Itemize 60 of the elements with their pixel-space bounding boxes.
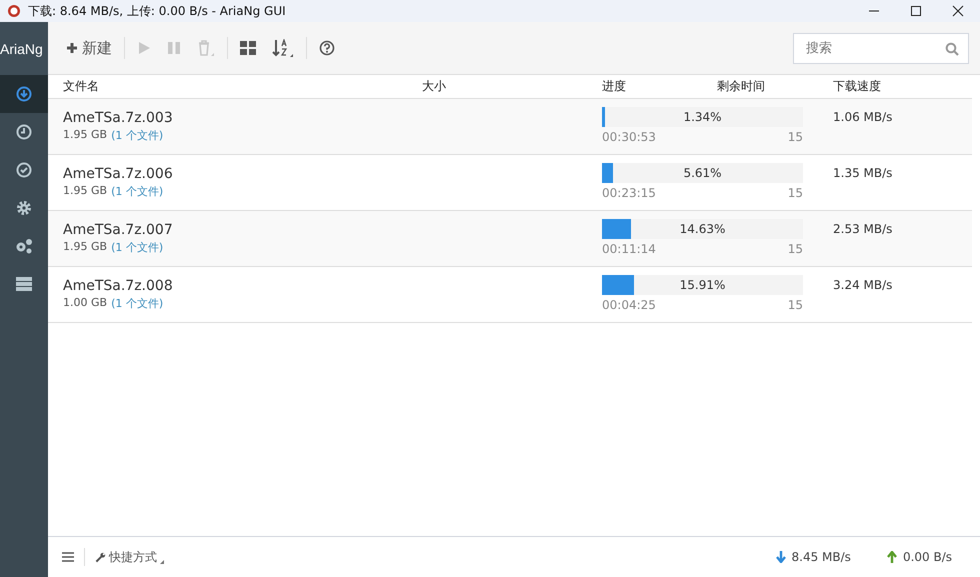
clock-icon <box>16 124 32 140</box>
maximize-icon[interactable] <box>910 5 922 17</box>
progress-percent: 5.61% <box>683 166 722 180</box>
column-header[interactable]: 文件名 <box>48 78 422 95</box>
brand-logo[interactable]: AriaNg <box>0 40 43 56</box>
close-icon[interactable] <box>952 5 964 17</box>
file-name[interactable]: AmeTSa.7z.008 <box>63 278 422 294</box>
upload-total-speed: 0.00 B/s <box>902 550 952 564</box>
app-icon <box>7 4 21 18</box>
arrow-up-icon <box>886 551 897 563</box>
progress-percent: 15.91% <box>680 278 726 292</box>
download-speed: 1.06 MB/s <box>833 110 892 124</box>
column-header[interactable]: 进度 <box>602 78 717 95</box>
file-size: 1.00 GB <box>63 296 108 311</box>
menu-icon[interactable] <box>62 552 74 562</box>
trash-icon <box>197 40 215 56</box>
sort-icon <box>272 39 294 57</box>
download-total-speed: 8.45 MB/s <box>792 550 851 564</box>
file-size: 1.95 GB <box>63 128 108 143</box>
column-header[interactable]: 剩余时间 <box>717 78 833 95</box>
arrow-down-icon <box>776 551 786 563</box>
server-icon <box>15 276 33 292</box>
play-icon <box>137 41 151 55</box>
search-field[interactable]: 搜索 <box>793 32 969 64</box>
file-count-link[interactable]: (1 个文件) <box>111 296 164 311</box>
progress-percent: 14.63% <box>680 222 726 236</box>
download-speed: 1.35 MB/s <box>833 166 892 180</box>
remaining-time: 00:11:14 <box>602 242 656 256</box>
shortcuts-button[interactable]: 快捷方式 <box>95 548 164 566</box>
new-button[interactable]: 新建 <box>58 34 120 62</box>
window-title: 下载: 8.64 MB/s, 上传: 0.00 B/s - AriaNg GUI <box>28 2 286 20</box>
progress-percent: 1.34% <box>683 110 722 124</box>
file-size: 1.95 GB <box>63 240 108 255</box>
check-circle-icon <box>16 162 32 178</box>
file-name[interactable]: AmeTSa.7z.003 <box>63 110 422 126</box>
connection-count: 15 <box>788 130 803 144</box>
settings-icon <box>16 200 32 216</box>
search-icon <box>945 42 959 56</box>
wrench-icon <box>95 552 106 562</box>
column-header[interactable]: 大小 <box>422 78 602 95</box>
file-count-link[interactable]: (1 个文件) <box>111 184 164 199</box>
help-icon <box>319 40 335 56</box>
column-header[interactable]: 下载速度 <box>833 78 972 95</box>
file-name[interactable]: AmeTSa.7z.007 <box>63 222 422 238</box>
download-speed: 3.24 MB/s <box>833 278 892 292</box>
grid-icon <box>240 41 256 55</box>
remaining-time: 00:23:15 <box>602 186 656 200</box>
caret-icon <box>160 560 164 564</box>
plus-icon <box>66 42 78 54</box>
remaining-time: 00:30:53 <box>602 130 656 144</box>
download-speed: 2.53 MB/s <box>833 222 892 236</box>
file-name[interactable]: AmeTSa.7z.006 <box>63 166 422 182</box>
pause-icon <box>167 41 181 55</box>
sidebar-item[interactable] <box>0 75 48 113</box>
connection-count: 15 <box>788 186 803 200</box>
file-size: 1.95 GB <box>63 184 108 199</box>
remaining-time: 00:04:25 <box>602 298 656 312</box>
download-icon <box>16 86 32 102</box>
connection-count: 15 <box>788 242 803 256</box>
connection-count: 15 <box>788 298 803 312</box>
